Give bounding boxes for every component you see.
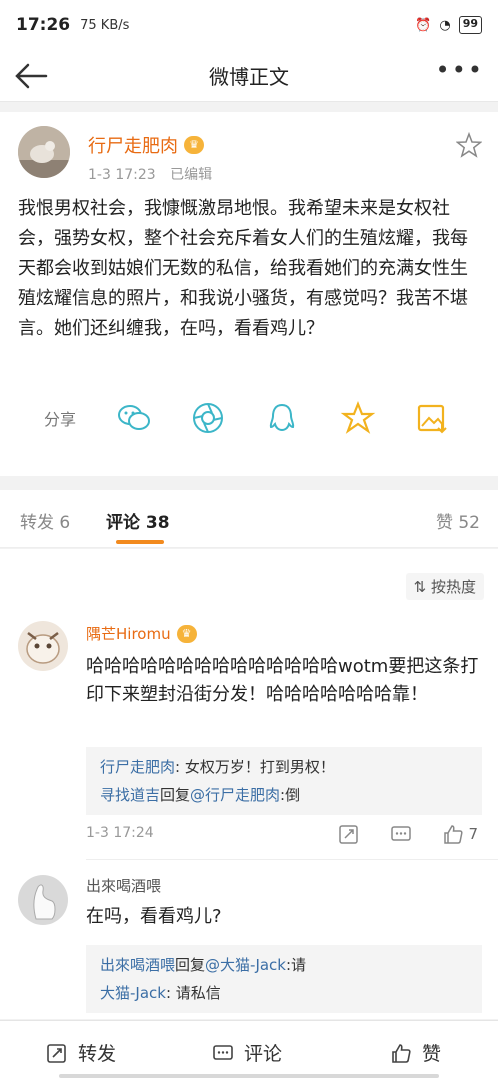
share-row: 分享 (0, 394, 498, 440)
reply-line: 出來喝酒喂回复@大猫-Jack:请 (100, 951, 468, 979)
reply-preview[interactable]: 出來喝酒喂回复@大猫-Jack:请 大猫-Jack: 请私信 (86, 945, 482, 1013)
author-avatar[interactable] (18, 126, 70, 178)
comment-time: 1-3 17:24 (86, 825, 154, 841)
reply-content: : 请私信 (165, 984, 221, 1002)
commenter-avatar[interactable] (18, 621, 68, 671)
status-icons: ⏰ ◔ 99 (415, 16, 482, 34)
more-icon[interactable]: ••• (436, 56, 484, 84)
sort-label: 按热度 (430, 578, 476, 596)
like-button[interactable]: 赞 (390, 1039, 441, 1066)
sort-button[interactable]: ⇅ 按热度 (405, 573, 484, 600)
author-name[interactable]: 行尸走肥肉 ♛ (88, 132, 204, 158)
reply-content: : 女权万岁！打到男权！ (175, 758, 335, 776)
reply-target[interactable]: @大猫-Jack (205, 956, 286, 974)
favorite-star-icon[interactable] (456, 132, 482, 158)
reply-content: :倒 (280, 786, 301, 804)
comment-footer: 1-3 17:24 7 (86, 823, 482, 847)
comment-divider (86, 859, 498, 860)
repost-comment-icon[interactable] (338, 823, 360, 845)
comment-list: ⇅ 按热度 隅芒Hiromu ♛ 哈哈哈哈哈哈哈哈哈哈哈哈哈哈wotm要把这条打… (0, 549, 498, 1019)
commenter-name[interactable]: 出來喝酒喂 (86, 875, 161, 896)
reply-verb: 回复 (160, 786, 191, 804)
sort-icon: ⇅ (413, 578, 427, 596)
reply-line: 行尸走肥肉: 女权万岁！打到男权！ (100, 753, 468, 781)
back-arrow-icon[interactable] (12, 58, 52, 94)
vip-badge-icon: ♛ (176, 624, 197, 643)
weibo-post: 行尸走肥肉 ♛ 1-3 17:23 已编辑 我恨男权社会，我慷慨激昂地恨。我希望… (0, 112, 498, 476)
wechat-icon[interactable] (116, 400, 152, 436)
comment-text: 哈哈哈哈哈哈哈哈哈哈哈哈哈哈wotm要把这条打印下来塑封沿街分发！哈哈哈哈哈哈哈… (86, 656, 479, 705)
tab-repost[interactable]: 转发 6 (20, 508, 70, 533)
comment-label: 评论 (244, 1043, 283, 1065)
tab-comments[interactable]: 评论 38 (106, 508, 170, 533)
commenter-name[interactable]: 隅芒Hiromu ♛ (86, 623, 197, 644)
like-label: 赞 (422, 1043, 442, 1065)
active-tab-indicator (116, 540, 164, 544)
nav-bar: 微博正文 ••• (0, 50, 498, 102)
reply-verb: 回复 (175, 956, 206, 974)
author-name-text[interactable]: 行尸走肥肉 (88, 132, 178, 158)
repost-label: 转发 (78, 1043, 117, 1065)
tab-bar: 转发 6 评论 38 赞 52 (0, 490, 498, 548)
reply-comment-icon[interactable] (390, 823, 412, 845)
share-label: 分享 (44, 410, 77, 429)
alarm-icon: ⏰ (415, 17, 432, 33)
wifi-icon: ◔ (439, 17, 451, 33)
author-avatar-image (18, 126, 70, 178)
commenter-avatar-image (18, 621, 68, 671)
moments-icon[interactable] (190, 400, 226, 436)
like-thumb-icon[interactable] (442, 823, 464, 845)
like-count: 7 (468, 825, 478, 843)
reply-user[interactable]: 大猫-Jack (100, 984, 166, 1002)
reply-user[interactable]: 出來喝酒喂 (100, 956, 175, 974)
commenter-avatar[interactable] (18, 875, 68, 925)
home-indicator[interactable] (59, 1074, 439, 1078)
vip-badge-icon: ♛ (184, 136, 204, 154)
battery-icon: 99 (458, 16, 482, 34)
save-image-icon[interactable] (414, 400, 450, 436)
reply-content: :请 (286, 956, 307, 974)
qq-icon[interactable] (264, 400, 300, 436)
post-meta: 1-3 17:23 已编辑 (88, 164, 212, 184)
reply-line: 寻找道吉回复@行尸走肥肉:倒 (100, 781, 468, 809)
commenter-name-text[interactable]: 隅芒Hiromu (86, 623, 171, 644)
comment-icon (213, 1044, 233, 1060)
reply-user[interactable]: 寻找道吉 (100, 786, 160, 804)
bottom-action-bar: 转发 评论 赞 (0, 1020, 498, 1080)
tab-likes[interactable]: 赞 52 (436, 508, 480, 533)
like-icon (392, 1043, 411, 1063)
reply-target[interactable]: @行尸走肥肉 (190, 786, 280, 804)
status-time: 17:26 (16, 15, 71, 35)
edited-label[interactable]: 已编辑 (170, 167, 212, 183)
commenter-avatar-image (18, 875, 68, 925)
reply-preview[interactable]: 行尸走肥肉: 女权万岁！打到男权！ 寻找道吉回复@行尸走肥肉:倒 (86, 747, 482, 815)
post-time: 1-3 17:23 (88, 167, 156, 183)
status-bar: 17:26 75 KB/s ⏰ ◔ 99 (0, 0, 498, 50)
repost-button[interactable]: 转发 (46, 1039, 116, 1066)
post-text: 我恨男权社会，我慷慨激昂地恨。我希望未来是女权社会，强势女权，整个社会充斥着女人… (18, 198, 468, 339)
comment-button[interactable]: 评论 (212, 1039, 282, 1066)
qzone-star-icon[interactable] (340, 400, 376, 436)
page-title: 微博正文 (209, 65, 289, 89)
repost-icon (47, 1043, 66, 1063)
network-speed: 75 KB/s (80, 17, 130, 33)
comment-text: 在吗，看看鸡儿? (86, 906, 222, 927)
reply-user[interactable]: 行尸走肥肉 (100, 758, 175, 776)
reply-line: 大猫-Jack: 请私信 (100, 979, 468, 1007)
